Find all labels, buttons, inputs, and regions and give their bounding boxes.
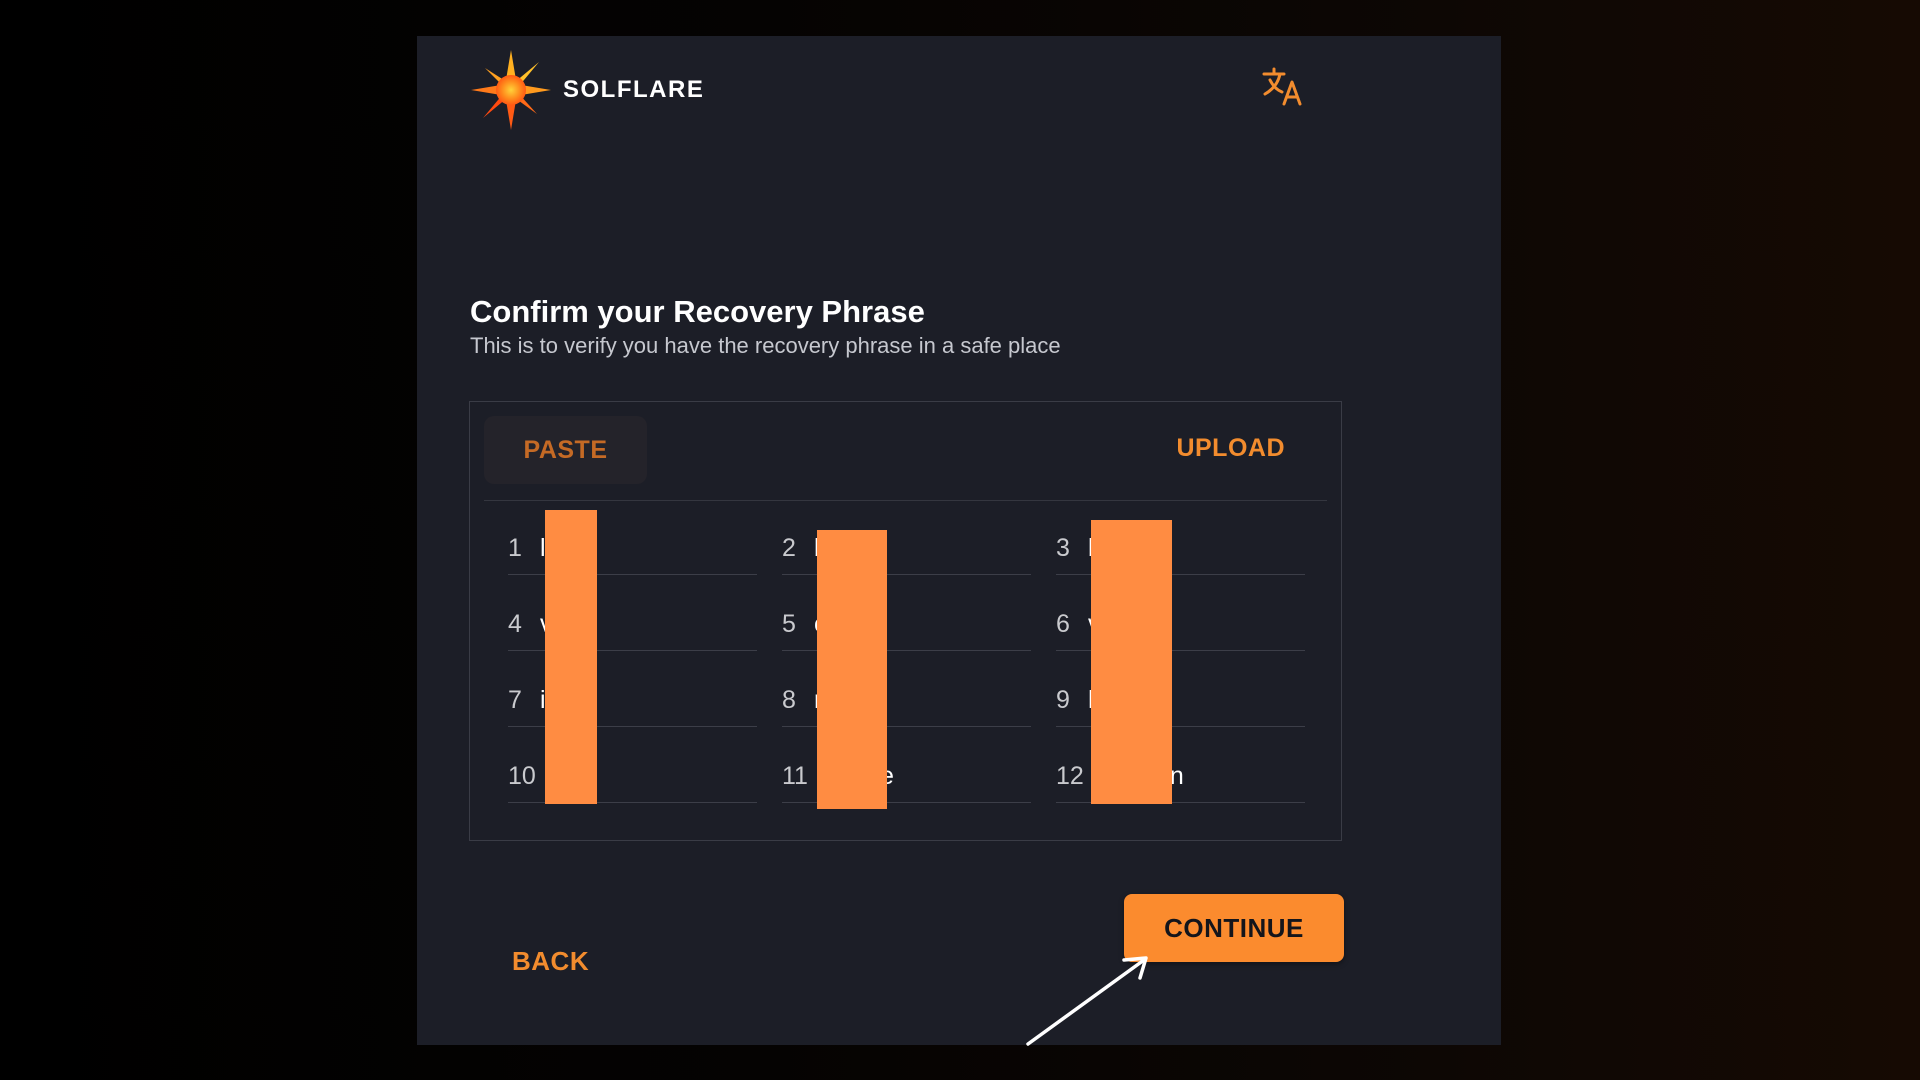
brand-name: SOLFLARE: [563, 76, 705, 103]
word-number: 6: [1056, 609, 1070, 638]
word-number: 4: [508, 609, 522, 638]
word-grid: 1 la 2 b 3 b 4 v 5 c 6 v: [508, 502, 1308, 822]
back-button[interactable]: BACK: [512, 946, 589, 977]
page-title: Confirm your Recovery Phrase: [470, 294, 925, 329]
word-number: 8: [782, 685, 796, 714]
word-number: 11: [782, 761, 808, 790]
redaction-overlay: [545, 510, 597, 804]
translate-icon: [1262, 67, 1302, 106]
word-number: 9: [1056, 685, 1070, 714]
word-number: 2: [782, 533, 796, 562]
redaction-overlay: [1091, 520, 1172, 804]
word-number: 7: [508, 685, 522, 714]
word-number: 5: [782, 609, 796, 638]
redaction-overlay: [817, 530, 887, 809]
word-number: 12: [1056, 761, 1084, 790]
word-number: 10: [508, 761, 536, 790]
paste-button[interactable]: PASTE: [484, 416, 647, 484]
recovery-phrase-box: PASTE UPLOAD 1 la 2 b 3 b 4 v 5 c: [469, 401, 1342, 841]
word-number: 3: [1056, 533, 1070, 562]
phrase-toolbar: PASTE UPLOAD: [484, 416, 1327, 501]
language-button[interactable]: [1260, 64, 1306, 110]
upload-button[interactable]: UPLOAD: [1176, 434, 1285, 463]
page-subtitle: This is to verify you have the recovery …: [470, 333, 1061, 358]
pointer-arrow-icon: [1026, 956, 1148, 1046]
solflare-star-icon: [471, 50, 551, 130]
brand-logo: SOLFLARE: [467, 46, 704, 134]
word-number: 1: [508, 533, 522, 562]
